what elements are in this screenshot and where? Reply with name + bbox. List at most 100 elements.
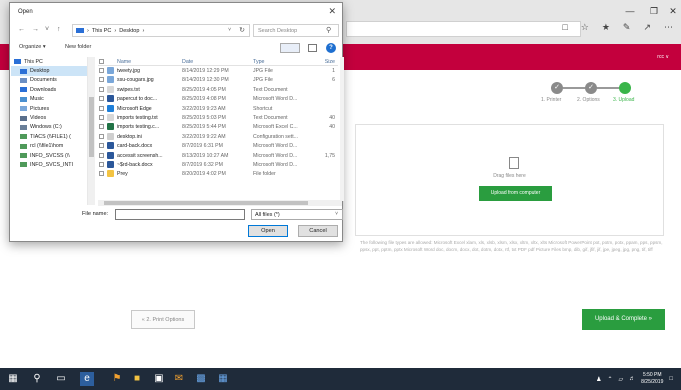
- file-row[interactable]: swipes.txt 8/25/2019 4:05 PM Text Document: [98, 85, 338, 94]
- column-date-header[interactable]: Date: [182, 59, 250, 65]
- file-row[interactable]: card-back.docx 8/7/2019 6:31 PM Microsoft …: [98, 141, 338, 150]
- scrollbar-thumb[interactable]: [104, 201, 308, 205]
- window-close-icon[interactable]: ✕: [663, 6, 681, 17]
- restore-icon[interactable]: ❐: [644, 6, 664, 17]
- scrollbar-thumb[interactable]: [89, 97, 94, 157]
- print-options-button[interactable]: « 2. Print Options: [131, 310, 195, 329]
- file-explorer-icon[interactable]: ■: [130, 372, 144, 386]
- column-type-header[interactable]: Type: [253, 59, 311, 65]
- nav-item[interactable]: Downloads: [11, 85, 87, 94]
- edge-taskbar-icon[interactable]: e: [80, 372, 94, 386]
- nav-item-label: INFO_SVCSS (\\: [30, 152, 70, 159]
- file-row[interactable]: Microsoft Edge 3/22/2019 9:23 AM Shortcut: [98, 104, 338, 113]
- refresh-icon[interactable]: ↻: [239, 26, 245, 34]
- breadcrumb-this-pc[interactable]: This PC: [92, 28, 112, 34]
- organize-button[interactable]: Organize ▾: [19, 44, 46, 50]
- people-icon[interactable]: ♟: [596, 376, 601, 383]
- preview-pane-icon[interactable]: [308, 44, 317, 52]
- file-checkbox[interactable]: [99, 143, 104, 149]
- path-dropdown-icon[interactable]: ˅: [228, 27, 231, 33]
- nav-item[interactable]: INFO_SVCSS (\\: [11, 151, 87, 160]
- file-row[interactable]: Prey 8/20/2019 4:02 PM File folder: [98, 169, 338, 178]
- file-checkbox[interactable]: [99, 161, 104, 167]
- up-arrow-icon[interactable]: ↑: [57, 26, 61, 33]
- file-checkbox[interactable]: [99, 105, 104, 111]
- favorite-star-icon[interactable]: ☆: [581, 22, 589, 33]
- upload-from-computer-button[interactable]: Upload from computer: [479, 186, 552, 201]
- close-icon[interactable]: ✕: [328, 6, 336, 17]
- file-row[interactable]: accessit screensh... 8/13/2019 10:27 AM Mi…: [98, 151, 338, 160]
- pen-icon[interactable]: ✎: [623, 22, 631, 33]
- upload-complete-button[interactable]: Upload & Complete »: [582, 309, 665, 330]
- column-size-header[interactable]: Size: [313, 59, 335, 65]
- nav-item[interactable]: rcl (\\file1\hom: [11, 142, 87, 151]
- remote-desktop-icon[interactable]: ▩: [194, 372, 208, 386]
- notification-icon[interactable]: □: [669, 376, 673, 382]
- cancel-button[interactable]: Cancel: [298, 225, 338, 237]
- file-row[interactable]: ssu-cougars.jpg 8/14/2019 12:30 PM JPG Fil…: [98, 75, 338, 84]
- minimize-icon[interactable]: —: [620, 6, 640, 16]
- drop-zone[interactable]: Drag files here Upload from computer: [355, 124, 664, 236]
- file-checkbox[interactable]: [99, 114, 104, 120]
- navigation-pane-scrollbar[interactable]: [88, 57, 95, 205]
- forward-arrow-icon[interactable]: →: [32, 26, 39, 33]
- file-checkbox[interactable]: [99, 96, 104, 102]
- search-icon[interactable]: ⚲: [326, 26, 339, 34]
- address-bar[interactable]: [346, 21, 581, 37]
- file-name-input[interactable]: [115, 209, 245, 220]
- column-name-header[interactable]: Name: [117, 59, 175, 65]
- nav-item[interactable]: TIACS (\\FILE1) (: [11, 132, 87, 141]
- nav-item[interactable]: Music: [11, 95, 87, 104]
- tray-chevron-icon[interactable]: ⌃: [607, 376, 612, 383]
- nav-item[interactable]: Videos: [11, 113, 87, 122]
- file-list-scrollbar[interactable]: [340, 57, 344, 201]
- nav-item[interactable]: Pictures: [11, 104, 87, 113]
- app-icon[interactable]: ▦: [216, 372, 230, 386]
- favorites-icon[interactable]: ★: [602, 22, 610, 33]
- file-checkbox[interactable]: [99, 171, 104, 177]
- pin-app-icon[interactable]: ⚑: [110, 372, 124, 386]
- file-checkbox[interactable]: [99, 133, 104, 139]
- file-checkbox[interactable]: [99, 152, 104, 158]
- file-row[interactable]: desktop.ini 3/22/2019 9:22 AM Configuratio…: [98, 132, 338, 141]
- file-row[interactable]: ~$rd-back.docx 8/7/2019 6:32 PM Microsoft …: [98, 160, 338, 169]
- help-icon[interactable]: ?: [326, 43, 336, 53]
- network-icon[interactable]: ▱: [619, 376, 624, 383]
- windows-start-icon[interactable]: ▦: [6, 372, 20, 386]
- share-icon[interactable]: ↗: [643, 22, 651, 33]
- task-view-icon[interactable]: ▭: [54, 372, 68, 386]
- reading-view-icon[interactable]: □: [562, 22, 567, 33]
- file-checkbox[interactable]: [99, 86, 104, 92]
- file-type-select[interactable]: All files (*) ˅: [251, 209, 343, 220]
- new-folder-button[interactable]: New folder: [65, 44, 91, 50]
- breadcrumb-desktop[interactable]: Desktop: [119, 28, 139, 34]
- horizontal-scrollbar[interactable]: [98, 200, 342, 206]
- user-menu[interactable]: rcc ∨: [657, 54, 669, 60]
- store-icon[interactable]: ▣: [152, 372, 166, 386]
- recent-dropdown-icon[interactable]: ˅: [45, 26, 49, 33]
- nav-item[interactable]: This PC: [11, 57, 87, 66]
- file-checkbox[interactable]: [99, 124, 104, 130]
- back-arrow-icon[interactable]: ←: [18, 26, 25, 33]
- clock[interactable]: 5:50 PM 8/25/2019: [641, 372, 663, 386]
- change-view-icon[interactable]: [280, 43, 300, 53]
- file-row[interactable]: tweety.jpg 8/14/2019 12:29 PM JPG File 1: [98, 66, 338, 75]
- breadcrumb[interactable]: › This PC › Desktop › ˅ ↻: [72, 24, 250, 37]
- search-icon[interactable]: ⚲: [30, 372, 44, 386]
- nav-item[interactable]: INFO_SVCS_INTI: [11, 160, 87, 169]
- file-row[interactable]: imports testing.c... 8/25/2019 5:44 PM Mic…: [98, 122, 338, 131]
- file-checkbox[interactable]: [99, 77, 104, 83]
- file-checkbox[interactable]: [99, 68, 104, 73]
- open-button[interactable]: Open: [248, 225, 288, 237]
- nav-item[interactable]: Documents: [11, 76, 87, 85]
- select-all-checkbox[interactable]: [99, 59, 104, 64]
- file-date: 8/14/2019 12:29 PM: [182, 68, 229, 74]
- volume-icon[interactable]: ♬: [629, 376, 635, 382]
- file-row[interactable]: imports testing.txt 8/25/2019 5:03 PM Text…: [98, 113, 338, 122]
- nav-item[interactable]: Windows (C:): [11, 123, 87, 132]
- nav-item[interactable]: Desktop: [11, 66, 87, 76]
- mail-icon[interactable]: ✉: [172, 372, 186, 386]
- file-date: 8/25/2019 4:05 PM: [182, 86, 226, 93]
- file-row[interactable]: papercut to doc... 8/25/2019 4:08 PM Micro…: [98, 94, 338, 103]
- more-icon[interactable]: ⋯: [664, 22, 673, 33]
